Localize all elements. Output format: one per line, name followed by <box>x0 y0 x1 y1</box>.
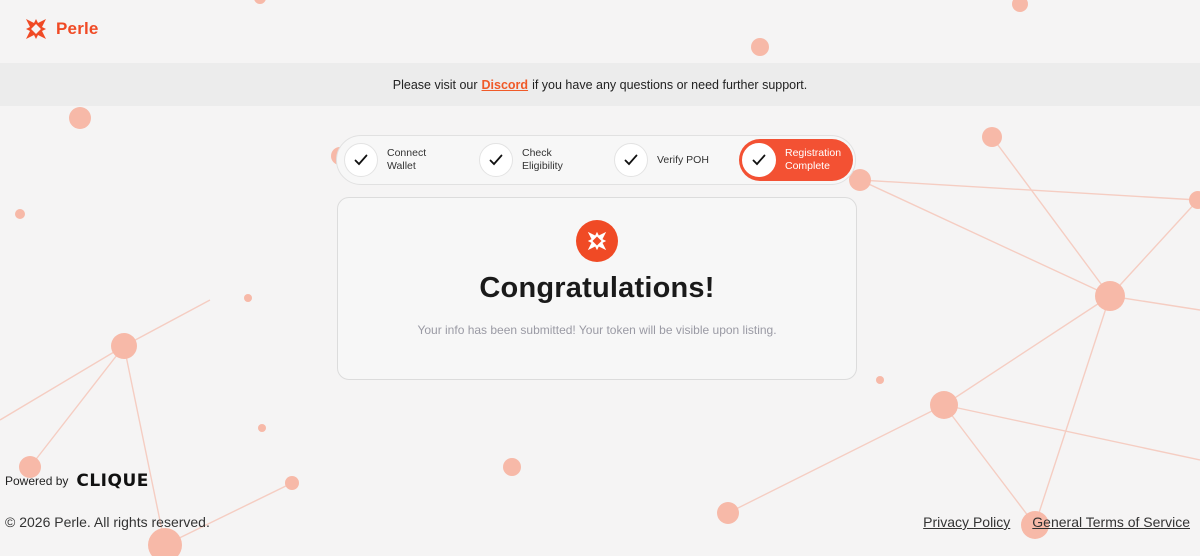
powered-by-label: Powered by <box>5 474 69 488</box>
step-label: Connect Wallet <box>387 147 427 172</box>
step-connect-wallet: Connect Wallet <box>344 140 426 180</box>
brand-name: Perle <box>56 19 99 38</box>
checkmark-icon <box>344 143 378 177</box>
step-label: Registration Complete <box>785 147 842 172</box>
step-check-eligibility: Check Eligibility <box>479 140 563 180</box>
terms-link[interactable]: General Terms of Service <box>1032 514 1190 530</box>
brand-logo[interactable]: Perle <box>24 14 99 44</box>
copyright: © 2026 Perle. All rights reserved. <box>5 514 210 530</box>
footer-links: Privacy Policy General Terms of Service <box>923 514 1190 530</box>
checkmark-icon <box>614 143 648 177</box>
checkmark-icon <box>742 143 776 177</box>
banner-suffix: if you have any questions or need furthe… <box>532 77 808 92</box>
step-label: Check Eligibility <box>522 147 563 172</box>
success-card: Congratulations! Your info has been subm… <box>337 197 857 380</box>
clique-logo[interactable]: CLIQUE <box>76 471 149 491</box>
step-label: Verify POH <box>657 153 709 166</box>
step-verify-poh: Verify POH <box>614 140 709 180</box>
perle-logo-icon <box>24 17 48 41</box>
support-banner: Please visit our Discord if you have any… <box>0 63 1200 106</box>
step-registration-complete: Registration Complete <box>739 139 853 181</box>
perle-badge-icon <box>576 220 618 262</box>
discord-link[interactable]: Discord <box>482 78 529 92</box>
banner-prefix: Please visit our <box>392 77 478 92</box>
privacy-policy-link[interactable]: Privacy Policy <box>923 514 1010 530</box>
checkmark-icon <box>479 143 513 177</box>
registration-stepper: Connect Wallet Check Eligibility Verify … <box>336 135 856 185</box>
success-title: Congratulations! <box>479 272 715 304</box>
success-message: Your info has been submitted! Your token… <box>417 323 777 337</box>
powered-by: Powered by CLIQUE <box>5 471 149 491</box>
